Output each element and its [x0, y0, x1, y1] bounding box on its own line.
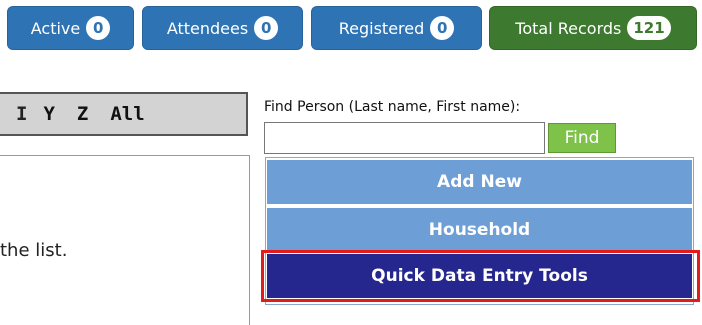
find-button[interactable]: Find: [548, 123, 616, 153]
registered-count-badge: 0: [430, 16, 455, 40]
active-count-badge: 0: [86, 16, 111, 40]
alphabet-filter-bar: I Y Z All: [0, 92, 248, 136]
find-person-input[interactable]: [264, 122, 545, 154]
list-instruction-text: the list.: [0, 240, 68, 261]
alphabet-letter-partial[interactable]: I: [16, 103, 27, 125]
total-records-label: Total Records: [515, 18, 622, 38]
registered-label: Registered: [338, 18, 425, 38]
household-button[interactable]: Household: [267, 208, 692, 252]
people-list-panel: the list.: [0, 155, 250, 325]
alphabet-all[interactable]: All: [110, 103, 144, 125]
alphabet-letter-z[interactable]: Z: [77, 103, 88, 125]
registered-button[interactable]: Registered 0: [311, 6, 482, 50]
attendees-button[interactable]: Attendees 0: [142, 6, 303, 50]
active-label: Active: [30, 18, 81, 38]
add-new-button[interactable]: Add New: [267, 160, 692, 204]
total-records-count-badge: 121: [627, 16, 671, 40]
total-records-button[interactable]: Total Records 121: [489, 6, 697, 50]
active-button[interactable]: Active 0: [7, 6, 134, 50]
highlight-box: [261, 250, 700, 302]
attendees-count-badge: 0: [254, 16, 279, 40]
attendees-label: Attendees: [166, 18, 249, 38]
find-person-label: Find Person (Last name, First name):: [264, 99, 521, 115]
alphabet-letter-y[interactable]: Y: [43, 103, 54, 125]
